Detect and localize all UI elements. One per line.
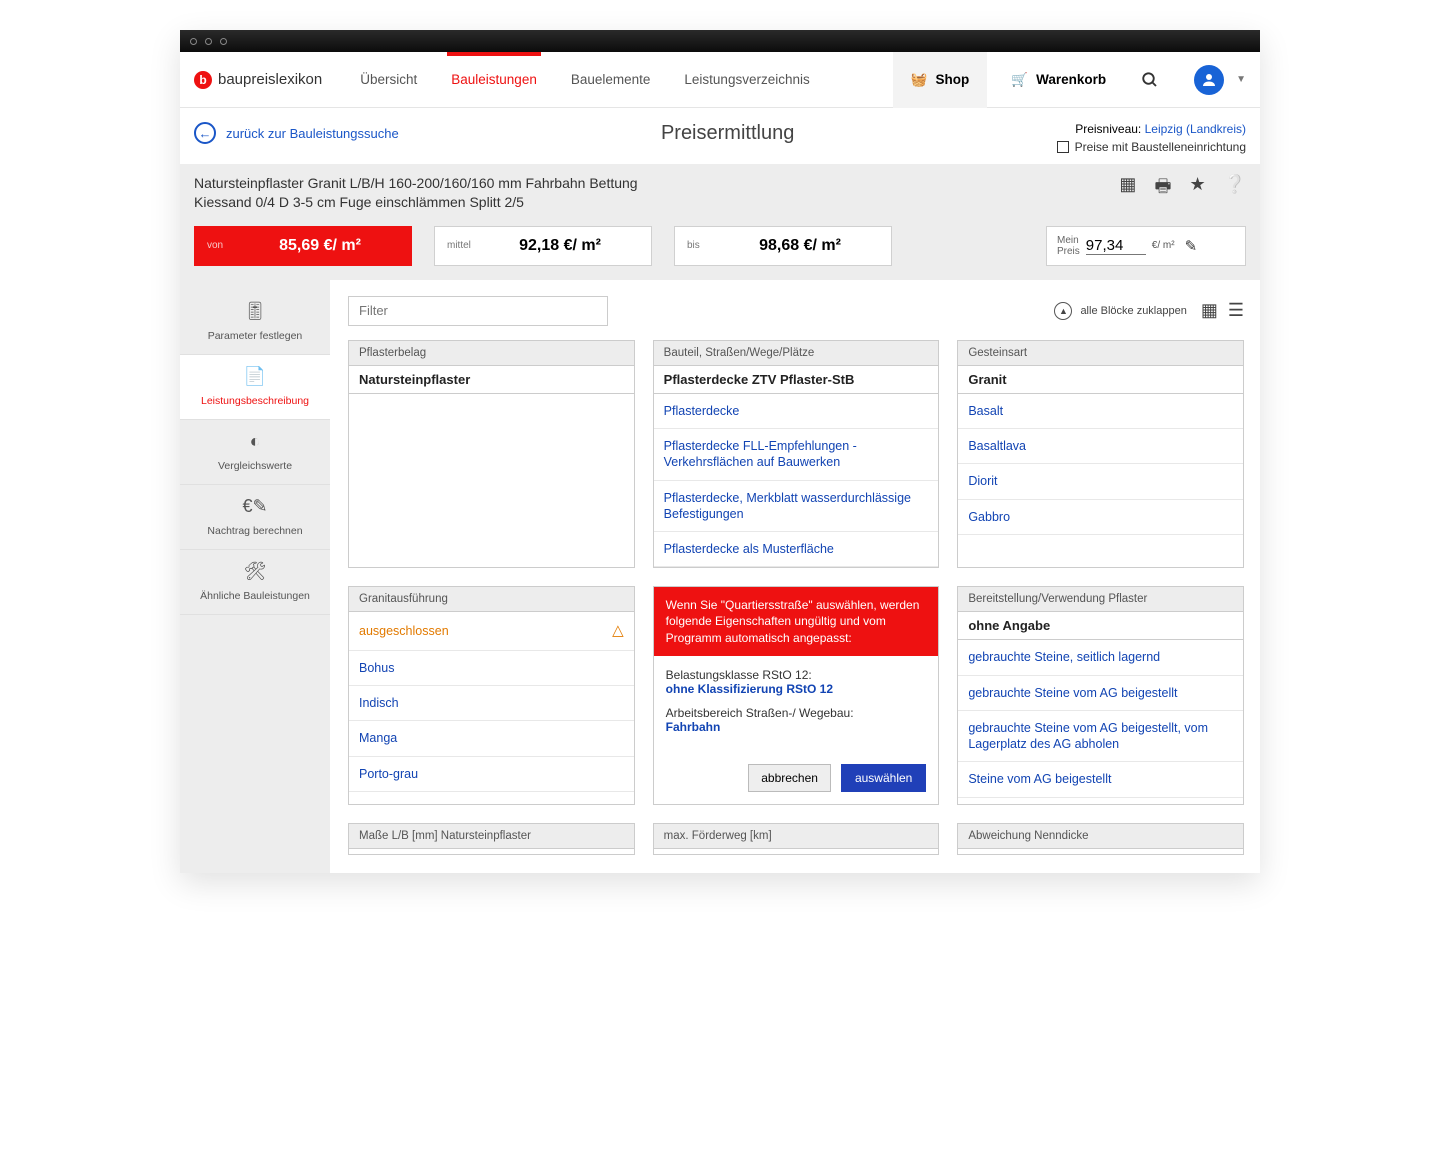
- euro-edit-icon: €✎: [243, 495, 267, 519]
- price-von[interactable]: von 85,69 €/ m²: [194, 226, 412, 266]
- block-abweichung[interactable]: Abweichung Nenndicke: [957, 823, 1244, 855]
- logo-icon: b: [194, 71, 212, 89]
- tools-icon: 🛠: [243, 560, 267, 584]
- back-link-label: zurück zur Bauleistungssuche: [226, 126, 399, 141]
- basket-icon: 🧺: [911, 72, 928, 88]
- traffic-light-dot: [220, 38, 227, 45]
- my-price-label: Mein Preis: [1057, 235, 1080, 257]
- warning-icon: △: [612, 621, 624, 641]
- select-button[interactable]: auswählen: [841, 764, 926, 792]
- nav-lv[interactable]: Leistungsverzeichnis: [670, 52, 823, 108]
- grid-view-icon[interactable]: ▦: [1201, 300, 1218, 321]
- confirm-message: Wenn Sie "Quartiersstraße" auswählen, we…: [654, 587, 939, 656]
- price-bis[interactable]: bis 98,68 €/ m²: [674, 226, 892, 266]
- side-leistung[interactable]: 📄 Leistungsbeschreibung: [180, 355, 330, 420]
- cart-button[interactable]: 🛒 Warenkorb: [993, 52, 1124, 108]
- option-item[interactable]: gebrauchte Steine, seitlich lagernd: [958, 640, 1243, 675]
- list-view-icon[interactable]: ☰: [1228, 300, 1244, 321]
- user-avatar[interactable]: [1194, 65, 1224, 95]
- print-icon[interactable]: 🖶: [1154, 174, 1171, 204]
- cart-icon: 🛒: [1011, 72, 1028, 88]
- search-icon[interactable]: [1130, 52, 1170, 108]
- price-mode-label: Preise mit Baustelleneinrichtung: [1075, 140, 1246, 154]
- action-icons: ▦ 🖶 ★ ❔: [1119, 174, 1246, 204]
- traffic-light-dot: [205, 38, 212, 45]
- window-titlebar: [180, 30, 1260, 52]
- shop-label: Shop: [936, 72, 970, 87]
- option-item[interactable]: Basalt: [958, 394, 1243, 429]
- block-bereitstellung: Bereitstellung/Verwendung Pflaster ohne …: [957, 586, 1244, 805]
- nav-bauleistungen[interactable]: Bauleistungen: [437, 52, 551, 108]
- option-item[interactable]: Porto-grau: [349, 757, 634, 792]
- price-level: Preisniveau: Leipzig (Landkreis) Preise …: [1057, 122, 1246, 154]
- option-item[interactable]: Basaltlava: [958, 429, 1243, 464]
- option-item[interactable]: Indisch: [349, 686, 634, 721]
- star-icon[interactable]: ★: [1189, 174, 1205, 204]
- block-gesteinsart: Gesteinsart Granit Basalt Basaltlava Dio…: [957, 340, 1244, 569]
- arrow-left-icon: ←: [194, 122, 216, 144]
- edit-icon[interactable]: ✎: [1185, 237, 1198, 255]
- nav-bauelemente[interactable]: Bauelemente: [557, 52, 665, 108]
- side-nachtrag[interactable]: €✎ Nachtrag berechnen: [180, 485, 330, 550]
- option-item[interactable]: Pflasterdecke: [654, 394, 939, 429]
- cart-label: Warenkorb: [1036, 72, 1106, 87]
- item-description: Natursteinpflaster Granit L/B/H 160-200/…: [194, 174, 834, 212]
- price-mittel[interactable]: mittel 92,18 €/ m²: [434, 226, 652, 266]
- user-menu-caret[interactable]: ▼: [1236, 74, 1246, 85]
- price-level-label: Preisniveau:: [1075, 122, 1141, 136]
- table-icon[interactable]: ▦: [1119, 174, 1136, 204]
- cancel-button[interactable]: abbrechen: [748, 764, 831, 792]
- help-icon[interactable]: ❔: [1224, 174, 1246, 204]
- option-item[interactable]: Pflasterdecke FLL-Empfehlungen - Verkehr…: [654, 429, 939, 481]
- option-item[interactable]: Diorit: [958, 464, 1243, 499]
- traffic-light-dot: [190, 38, 197, 45]
- option-item[interactable]: gebrauchte Steine vom AG beigestellt, vo…: [958, 711, 1243, 763]
- side-aehnlich[interactable]: 🛠 Ähnliche Bauleistungen: [180, 550, 330, 615]
- block-pflasterbelag: Pflasterbelag Natursteinpflaster: [348, 340, 635, 569]
- block-granit: Granitausführung ausgeschlossen △ Bohus …: [348, 586, 635, 805]
- chevron-up-icon: ▲: [1054, 302, 1072, 320]
- confirm-dialog: Wenn Sie "Quartiersstraße" auswählen, we…: [653, 586, 940, 805]
- price-level-link[interactable]: Leipzig (Landkreis): [1145, 122, 1246, 136]
- collapse-all-button[interactable]: ▲ alle Blöcke zuklappen: [1054, 302, 1186, 320]
- nav-uebersicht[interactable]: Übersicht: [346, 52, 431, 108]
- page-title: Preisermittlung: [399, 122, 1057, 145]
- option-item[interactable]: Steine vom AG beigestellt: [958, 762, 1243, 797]
- document-icon: 📄: [243, 365, 267, 389]
- option-item[interactable]: Gabbro: [958, 500, 1243, 535]
- side-vergleich[interactable]: ◐ Vergleichswerte: [180, 420, 330, 485]
- shop-button[interactable]: 🧺 Shop: [893, 52, 988, 108]
- option-item[interactable]: Pflasterdecke, Merkblatt wasserdurchläss…: [654, 481, 939, 533]
- block-masse[interactable]: Maße L/B [mm] Natursteinpflaster: [348, 823, 635, 855]
- side-parameter[interactable]: 🎚 Parameter festlegen: [180, 290, 330, 355]
- option-excluded[interactable]: ausgeschlossen △: [349, 612, 634, 651]
- logo[interactable]: b baupreislexikon: [194, 71, 322, 89]
- block-foerderweg[interactable]: max. Förderweg [km]: [653, 823, 940, 855]
- my-price-input[interactable]: [1086, 237, 1146, 255]
- my-price: Mein Preis €/ m² ✎: [1046, 226, 1246, 266]
- back-link[interactable]: ← zurück zur Bauleistungssuche: [194, 122, 399, 144]
- filter-input[interactable]: [348, 296, 608, 326]
- option-item[interactable]: Manga: [349, 721, 634, 756]
- logo-text: baupreislexikon: [218, 71, 322, 88]
- option-item[interactable]: gebrauchte Steine vom AG beigestellt: [958, 676, 1243, 711]
- checkbox-icon[interactable]: [1057, 141, 1069, 153]
- block-bauteil: Bauteil, Straßen/Wege/Plätze Pflasterdec…: [653, 340, 940, 569]
- contrast-icon: ◐: [243, 430, 267, 454]
- sliders-icon: 🎚: [243, 300, 267, 324]
- option-item[interactable]: Pflasterdecke als Musterfläche: [654, 532, 939, 567]
- my-price-unit: €/ m²: [1152, 240, 1175, 251]
- option-item[interactable]: Bohus: [349, 651, 634, 686]
